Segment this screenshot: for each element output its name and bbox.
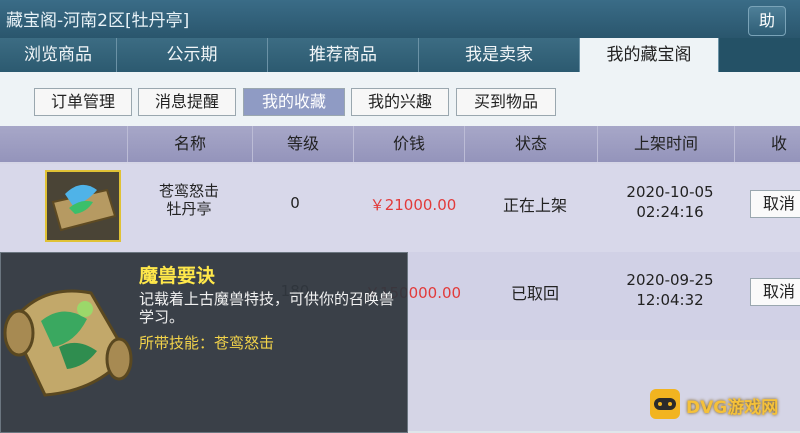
table-header: 名称 等级 价钱 状态 上架时间 收藏 (0, 126, 800, 189)
header-level: 等级 (252, 126, 353, 162)
tooltip-description: 记载着上古魔兽特技，可供你的召唤兽学习。 (139, 290, 395, 326)
item-seller: 牡丹亭 (166, 200, 212, 218)
tooltip-skill-value: 苍鸾怒击 (214, 334, 275, 352)
tab-seller[interactable]: 我是卖家 (419, 38, 580, 72)
window-title: 藏宝阁-河南2区[牡丹亭] (6, 11, 190, 31)
help-button[interactable]: 助 (748, 6, 786, 36)
subtab-favorites[interactable]: 我的收藏 (243, 88, 345, 116)
tooltip-skill: 所带技能：苍鸾怒击 (139, 332, 274, 353)
subtab-interests[interactable]: 我的兴趣 (351, 88, 449, 116)
tooltip-skill-label: 所带技能： (139, 334, 215, 352)
item-price: ￥21000.00 (369, 196, 457, 214)
item-level: 0 (290, 194, 300, 212)
cancel-favorite-button[interactable]: 取消 (750, 278, 800, 306)
header-price: 价钱 (353, 126, 464, 162)
item-name: 苍鸾怒击 (158, 182, 219, 200)
cancel-favorite-button[interactable]: 取消 (750, 190, 800, 218)
tab-public-period[interactable]: 公示期 (117, 38, 268, 72)
item-status: 正在上架 (502, 196, 567, 215)
title-bar: 藏宝阁-河南2区[牡丹亭] 助 (0, 0, 800, 38)
sub-tabs: 订单管理 消息提醒 我的收藏 我的兴趣 买到物品 (0, 72, 800, 126)
gamepad-icon (650, 389, 680, 419)
item-listing-time: 12:04:32 (636, 291, 704, 309)
subtab-messages[interactable]: 消息提醒 (138, 88, 236, 116)
scroll-icon (1, 263, 135, 417)
subtab-purchased[interactable]: 买到物品 (456, 88, 556, 116)
main-tabs: 浏览商品 公示期 推荐商品 我是卖家 我的藏宝阁 (0, 38, 800, 72)
tab-my-treasure[interactable]: 我的藏宝阁 (580, 38, 719, 72)
header-favorite: 收藏 (734, 126, 800, 189)
header-name: 名称 (127, 126, 252, 162)
item-listing-date: 2020-10-05 (626, 183, 714, 201)
watermark-logo: DVG游戏网 (650, 387, 796, 423)
watermark-text: DVG游戏网 (686, 398, 779, 418)
item-thumbnail[interactable] (45, 170, 121, 242)
header-status: 状态 (464, 126, 597, 162)
table-row[interactable]: 苍鸾怒击 牡丹亭 0 ￥21000.00 正在上架 2020-10-05 02:… (0, 164, 800, 252)
item-listing-date: 2020-09-25 (626, 271, 714, 289)
item-status: 已取回 (510, 284, 559, 303)
tab-recommended[interactable]: 推荐商品 (268, 38, 419, 72)
item-listing-time: 02:24:16 (636, 203, 704, 221)
header-listing-time: 上架时间 (597, 126, 734, 162)
item-tooltip: 魔兽要诀 记载着上古魔兽特技，可供你的召唤兽学习。 所带技能：苍鸾怒击 (0, 252, 408, 433)
tooltip-title: 魔兽要诀 (139, 265, 216, 287)
subtab-orders[interactable]: 订单管理 (34, 88, 132, 116)
tab-browse[interactable]: 浏览商品 (0, 38, 117, 72)
